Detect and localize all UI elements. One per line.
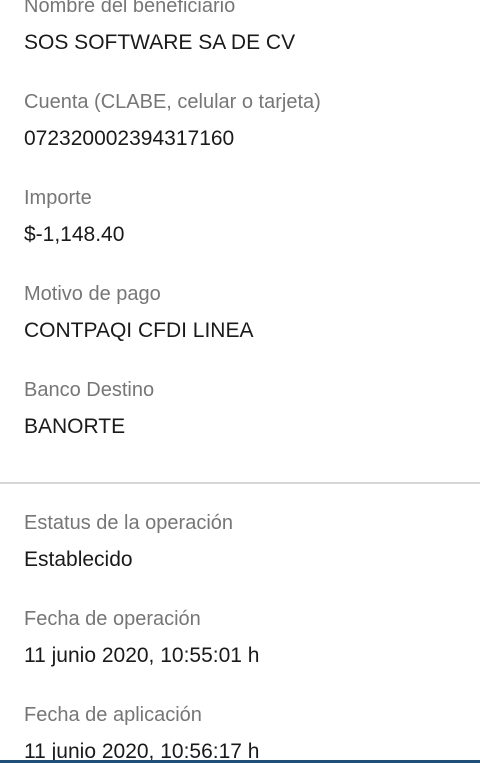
payment-reason-value: CONTPAQI CFDI LINEA	[24, 319, 254, 342]
beneficiary-field: Nombre del beneficiario SOS SOFTWARE SA …	[24, 0, 456, 56]
account-value: 072320002394317160	[24, 127, 235, 150]
section-divider	[0, 482, 480, 484]
operation-status-field: Estatus de la operación Establecido	[24, 511, 456, 573]
operation-status-value: Establecido	[24, 548, 133, 571]
application-date-label: Fecha de aplicación	[24, 704, 202, 726]
destination-bank-field: Banco Destino BANORTE	[24, 378, 456, 440]
destination-bank-value: BANORTE	[24, 415, 126, 438]
payment-reason-field: Motivo de pago CONTPAQI CFDI LINEA	[24, 282, 456, 344]
beneficiary-label: Nombre del beneficiario	[24, 0, 236, 17]
transfer-detail-screen: Nombre del beneficiario SOS SOFTWARE SA …	[0, 0, 480, 763]
operation-date-field: Fecha de operación 11 junio 2020, 10:55:…	[24, 607, 456, 669]
application-date-field: Fecha de aplicación 11 junio 2020, 10:56…	[24, 703, 456, 763]
amount-label: Importe	[24, 187, 92, 209]
account-field: Cuenta (CLABE, celular o tarjeta) 072320…	[24, 90, 456, 152]
account-label: Cuenta (CLABE, celular o tarjeta)	[24, 91, 321, 113]
amount-field: Importe $-1,148.40	[24, 186, 456, 248]
beneficiary-value: SOS SOFTWARE SA DE CV	[24, 31, 296, 54]
payment-reason-label: Motivo de pago	[24, 283, 161, 305]
operation-status-label: Estatus de la operación	[24, 512, 234, 534]
operation-date-label: Fecha de operación	[24, 608, 201, 630]
amount-value: $-1,148.40	[24, 223, 125, 246]
destination-bank-label: Banco Destino	[24, 379, 155, 401]
operation-date-value: 11 junio 2020, 10:55:01 h	[24, 644, 260, 667]
